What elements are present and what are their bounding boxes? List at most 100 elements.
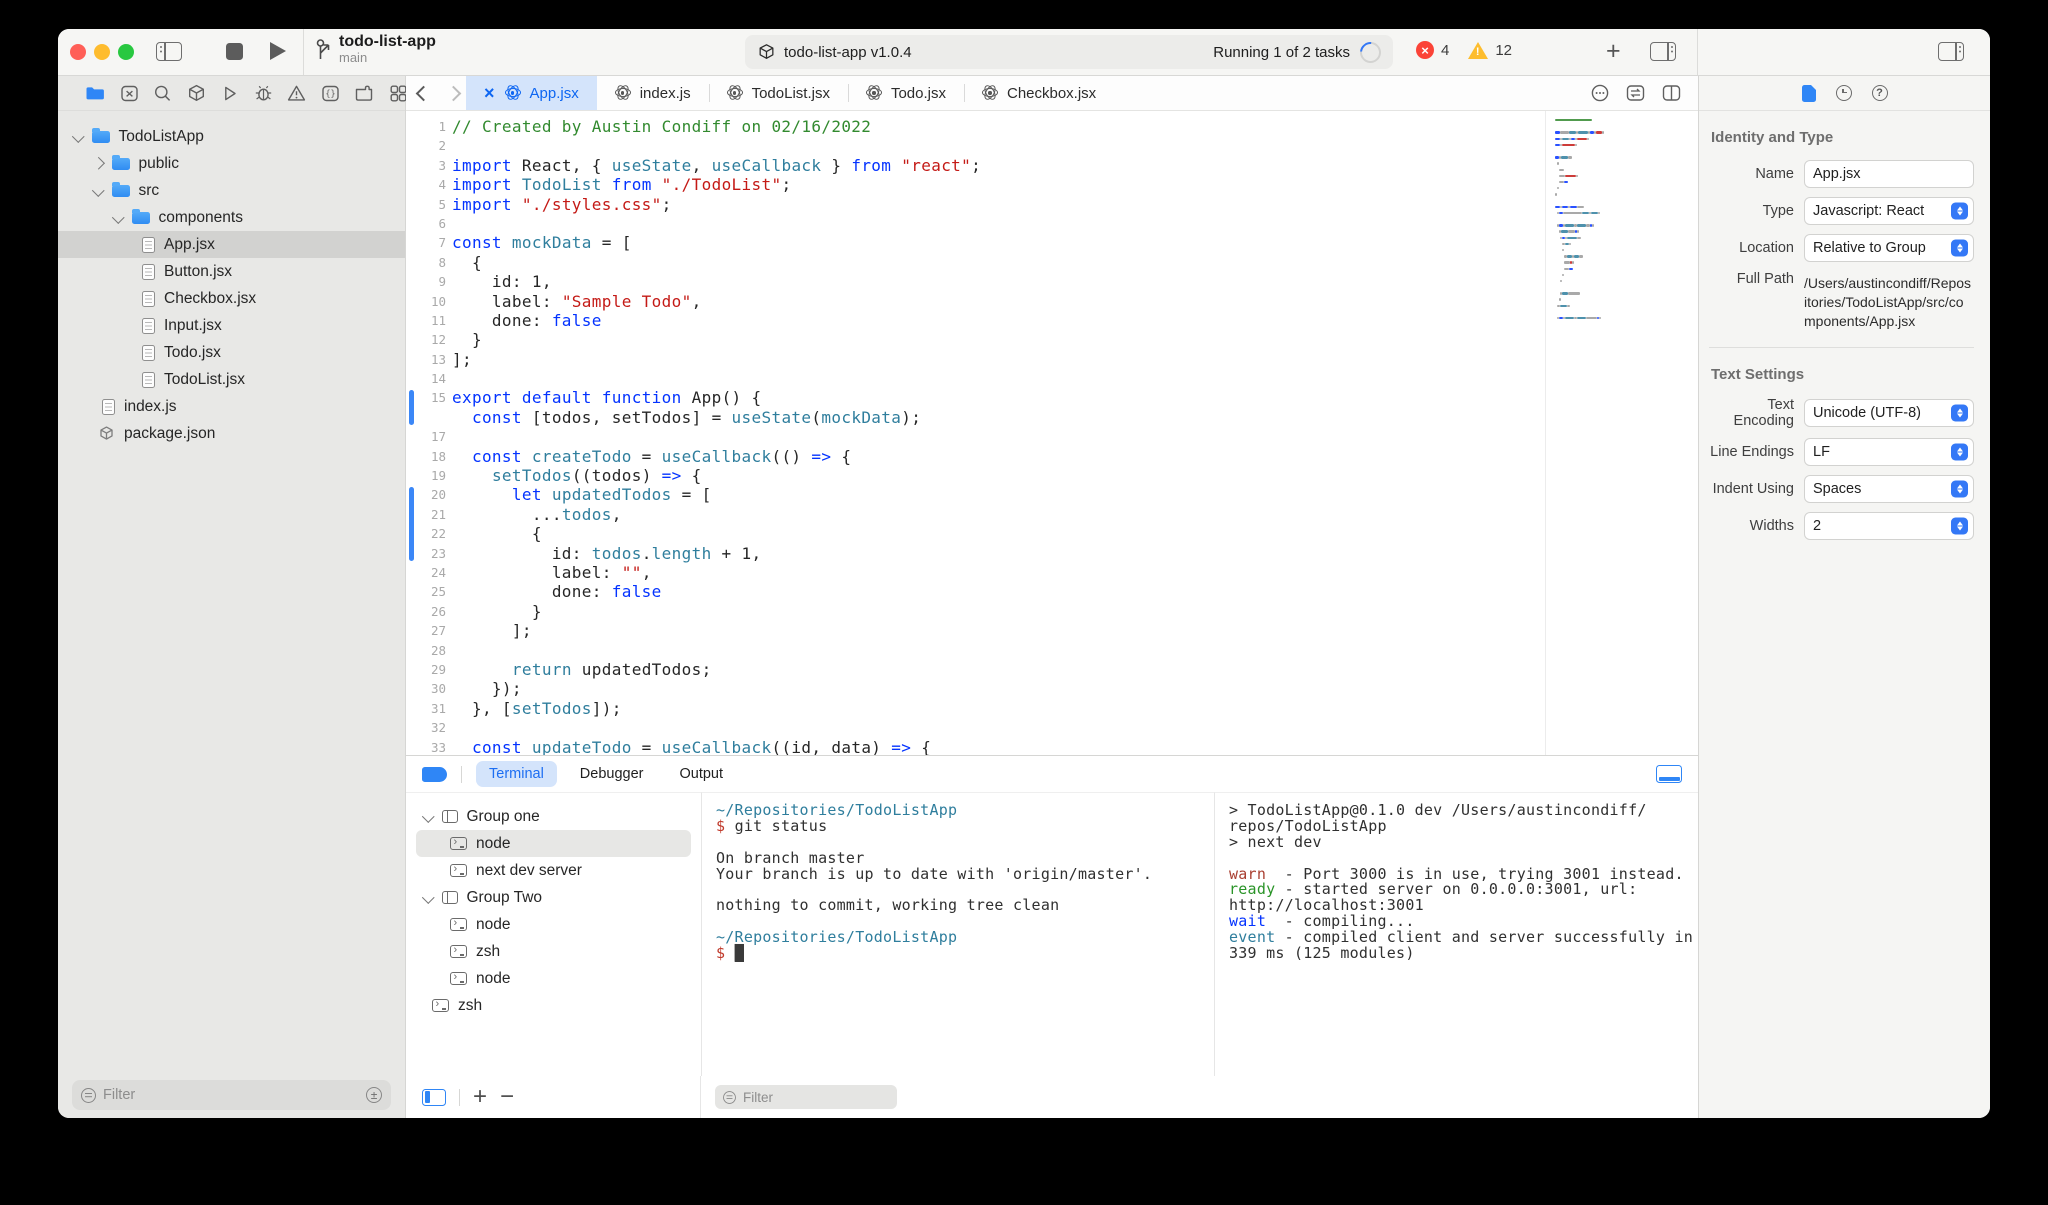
file-tree-label: TodoListApp xyxy=(118,127,204,145)
select-dropdown[interactable]: Relative to Group xyxy=(1804,234,1974,262)
code-editor[interactable]: 1 2 3 4 5 6 7 8 9 10 11 12 13 14 15 17 18 19 20 21 22 23 24 25 2… xyxy=(406,111,1698,755)
minimap-line xyxy=(1555,286,1698,288)
minimize-window-button[interactable] xyxy=(94,44,110,60)
text-input[interactable]: App.jsx xyxy=(1804,160,1974,188)
run-button[interactable] xyxy=(270,42,286,60)
terminal-item-next-dev-server[interactable]: next dev server xyxy=(416,857,691,884)
select-dropdown[interactable]: Unicode (UTF-8) xyxy=(1804,399,1974,427)
terminal-item-node[interactable]: node xyxy=(416,911,691,938)
minimap-line xyxy=(1555,131,1698,134)
tab-App.jsx[interactable]: × App.jsx xyxy=(466,76,597,110)
history-inspector-icon[interactable] xyxy=(1835,85,1852,101)
tab-Checkbox.jsx[interactable]: Checkbox.jsx xyxy=(963,76,1114,110)
terminal-item-group-two[interactable]: Group Two xyxy=(416,884,691,911)
terminal-pane-right[interactable]: > TodoListApp@0.1.0 dev /Users/austincon… xyxy=(1215,792,1698,1076)
terminal-item-zsh[interactable]: zsh xyxy=(416,992,691,1019)
terminal-item-group-one[interactable]: Group one xyxy=(416,803,691,830)
new-tab-button[interactable]: + xyxy=(1606,36,1621,66)
navigator-filter-field[interactable]: Filter ± xyxy=(72,1080,391,1110)
filter-placeholder: Filter xyxy=(743,1089,773,1105)
terminal-item-zsh[interactable]: zsh xyxy=(416,938,691,965)
file-tree-item-TodoList.jsx[interactable]: TodoList.jsx xyxy=(58,366,405,393)
stepper-icon[interactable] xyxy=(1951,443,1968,461)
file-tree-item-Todo.jsx[interactable]: Todo.jsx xyxy=(58,339,405,366)
select-dropdown[interactable]: Spaces xyxy=(1804,475,1974,503)
task-status-pill[interactable]: todo-list-app v1.0.4 Running 1 of 2 task… xyxy=(745,35,1393,69)
project-title-block[interactable]: todo-list-app main xyxy=(316,33,436,65)
chevron-down-icon[interactable] xyxy=(72,130,85,143)
package-icon xyxy=(759,44,774,59)
close-window-button[interactable] xyxy=(70,44,86,60)
file-tree-item-src[interactable]: src xyxy=(58,177,405,204)
forward-button[interactable] xyxy=(440,76,466,110)
stepper-icon[interactable] xyxy=(1951,239,1968,257)
toggle-inspector-icon[interactable] xyxy=(1650,42,1676,61)
add-terminal-button[interactable]: + xyxy=(473,1085,487,1109)
terminal-pane-left[interactable]: ~/Repositories/TodoListApp $ git status O… xyxy=(702,792,1215,1076)
select-dropdown[interactable]: LF xyxy=(1804,438,1974,466)
file-tree-item-TodoListApp[interactable]: TodoListApp xyxy=(58,123,405,150)
stepper-icon[interactable] xyxy=(1951,480,1968,498)
stop-button[interactable] xyxy=(226,43,243,60)
run-navigator-icon[interactable] xyxy=(219,83,240,104)
drawer-icon[interactable] xyxy=(422,766,447,782)
tab-Todo.jsx[interactable]: Todo.jsx xyxy=(847,76,964,110)
file-inspector-icon[interactable] xyxy=(1801,84,1816,102)
terminal-filter-field[interactable]: Filter xyxy=(715,1085,897,1109)
file-tree-item-components[interactable]: components xyxy=(58,204,405,231)
issues-navigator-icon[interactable] xyxy=(286,83,307,104)
select-dropdown[interactable]: Javascript: React xyxy=(1804,197,1974,225)
chevron-down-icon[interactable] xyxy=(422,891,435,904)
select-dropdown[interactable]: 2 xyxy=(1804,512,1974,540)
file-tree-item-public[interactable]: public xyxy=(58,150,405,177)
drawer-tab-output[interactable]: Output xyxy=(666,761,736,787)
tab-index.js[interactable]: index.js xyxy=(597,76,709,110)
chevron-down-icon[interactable] xyxy=(422,810,435,823)
stepper-icon[interactable] xyxy=(1951,202,1968,220)
file-tree-label: Todo.jsx xyxy=(164,343,221,361)
back-button[interactable] xyxy=(406,76,440,110)
debug-navigator-icon[interactable] xyxy=(253,83,274,104)
file-tree-item-index.js[interactable]: index.js xyxy=(58,393,405,420)
file-tree-item-Checkbox.jsx[interactable]: Checkbox.jsx xyxy=(58,285,405,312)
chevron-down-icon[interactable] xyxy=(112,211,125,224)
error-badge-icon[interactable]: × xyxy=(1416,41,1434,59)
minimap[interactable] xyxy=(1545,111,1698,755)
file-tree-item-Input.jsx[interactable]: Input.jsx xyxy=(58,312,405,339)
terminal-item-node[interactable]: node xyxy=(416,965,691,992)
file-tree-item-Button.jsx[interactable]: Button.jsx xyxy=(58,258,405,285)
zoom-window-button[interactable] xyxy=(118,44,134,60)
code-content[interactable]: // Created by Austin Condiff on 02/16/20… xyxy=(452,111,1545,755)
split-editor-icon[interactable] xyxy=(1661,83,1682,103)
drawer-tab-terminal[interactable]: Terminal xyxy=(476,761,557,787)
toggle-left-sidebar-icon[interactable] xyxy=(156,42,182,61)
file-tree-item-package.json[interactable]: package.json xyxy=(58,420,405,447)
toggle-bottom-panel-icon[interactable] xyxy=(1656,765,1682,783)
extensions-navigator-icon[interactable] xyxy=(353,83,375,104)
project-navigator-icon[interactable] xyxy=(84,83,106,104)
minimap-line xyxy=(1555,180,1698,184)
toggle-right-panel-icon[interactable] xyxy=(1938,42,1964,61)
help-inspector-icon[interactable]: ? xyxy=(1871,85,1888,101)
swap-editor-icon[interactable] xyxy=(1625,83,1646,103)
stepper-icon[interactable] xyxy=(1951,404,1968,422)
stepper-icon[interactable] xyxy=(1951,517,1968,535)
more-options-icon[interactable] xyxy=(1590,83,1610,103)
source-control-navigator-icon[interactable] xyxy=(119,83,140,104)
chevron-down-icon[interactable] xyxy=(92,184,105,197)
warning-badge-icon[interactable]: ! xyxy=(1468,41,1489,59)
tab-TodoList.jsx[interactable]: TodoList.jsx xyxy=(708,76,848,110)
toggle-terminal-sidebar-icon[interactable] xyxy=(422,1088,446,1106)
search-navigator-icon[interactable] xyxy=(152,83,173,104)
plus-minus-filter-icon[interactable]: ± xyxy=(366,1087,382,1103)
remove-terminal-button[interactable]: − xyxy=(500,1085,514,1109)
close-tab-icon[interactable]: × xyxy=(484,83,495,104)
drawer-tab-debugger[interactable]: Debugger xyxy=(567,761,657,787)
chevron-right-icon[interactable] xyxy=(92,157,105,170)
snippets-navigator-icon[interactable]: {} xyxy=(320,83,341,104)
file-tree-item-App.jsx[interactable]: App.jsx xyxy=(58,231,405,258)
package-navigator-icon[interactable] xyxy=(186,83,207,104)
terminal-item-node[interactable]: node xyxy=(416,830,691,857)
